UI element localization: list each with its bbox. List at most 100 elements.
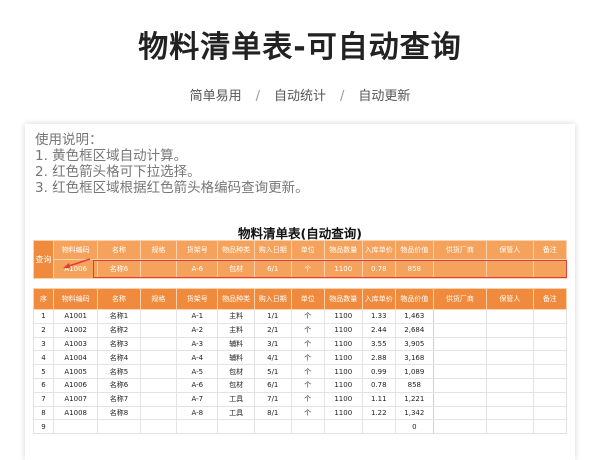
table-cell[interactable]	[486, 391, 534, 407]
table-cell[interactable]: 1100	[323, 377, 363, 393]
table-cell[interactable]: 8	[33, 405, 54, 421]
table-cell[interactable]: 3	[33, 336, 54, 352]
table-cell[interactable]: 辅料	[217, 336, 255, 352]
table-cell[interactable]	[532, 322, 568, 338]
table-cell[interactable]	[139, 336, 178, 352]
table-cell[interactable]: A-5	[176, 364, 219, 379]
table-cell[interactable]	[139, 391, 178, 407]
table-cell[interactable]	[361, 419, 396, 435]
table-cell[interactable]: 0.99	[361, 364, 396, 379]
table-cell[interactable]	[486, 405, 534, 421]
table-cell[interactable]: 名称5	[97, 364, 141, 379]
table-cell[interactable]: 1100	[323, 309, 363, 324]
table-cell[interactable]: 3/1	[253, 336, 292, 352]
table-cell[interactable]	[52, 419, 99, 435]
table-cell[interactable]	[253, 419, 292, 435]
table-cell[interactable]	[432, 309, 488, 324]
table-cell[interactable]: A1005	[52, 364, 99, 379]
table-cell[interactable]	[432, 336, 488, 352]
table-cell[interactable]: 1,089	[394, 364, 434, 379]
table-cell[interactable]	[176, 419, 219, 435]
table-cell[interactable]	[532, 419, 568, 435]
table-cell[interactable]: A1002	[52, 322, 99, 338]
table-cell[interactable]	[139, 377, 178, 393]
table-cell[interactable]: A-2	[176, 322, 219, 338]
table-cell[interactable]	[532, 309, 568, 324]
table-cell[interactable]: 6/1	[253, 377, 292, 393]
table-cell[interactable]: 0	[394, 419, 434, 435]
table-cell[interactable]: A1001	[52, 309, 99, 324]
table-cell[interactable]	[432, 391, 488, 407]
table-cell[interactable]	[432, 322, 488, 338]
table-cell[interactable]: 2.44	[361, 322, 396, 338]
table-cell[interactable]: 1/1	[253, 309, 292, 324]
table-cell[interactable]: 6	[33, 377, 54, 393]
table-cell[interactable]: 包材	[217, 377, 255, 393]
table-cell[interactable]	[290, 419, 325, 435]
table-cell[interactable]	[139, 350, 178, 366]
table-cell[interactable]: A1003	[52, 336, 99, 352]
table-cell[interactable]: 工具	[217, 391, 255, 407]
table-cell[interactable]	[139, 405, 178, 421]
table-cell[interactable]: A-1	[176, 309, 219, 324]
table-cell[interactable]: 5/1	[253, 364, 292, 379]
table-cell[interactable]: A-3	[176, 336, 219, 352]
table-cell[interactable]	[486, 309, 534, 324]
table-cell[interactable]: 名称8	[97, 405, 141, 421]
table-cell[interactable]	[532, 336, 568, 352]
table-cell[interactable]: A1007	[52, 391, 99, 407]
table-cell[interactable]: 工具	[217, 405, 255, 421]
table-cell[interactable]: 名称3	[97, 336, 141, 352]
table-cell[interactable]: 858	[394, 377, 434, 393]
table-cell[interactable]: 3,905	[394, 336, 434, 352]
table-cell[interactable]: 3.55	[361, 336, 396, 352]
table-cell[interactable]: 个	[290, 364, 325, 379]
table-cell[interactable]	[532, 391, 568, 407]
table-cell[interactable]: 0.78	[361, 377, 396, 393]
table-cell[interactable]: 2.88	[361, 350, 396, 366]
table-cell[interactable]: 7/1	[253, 391, 292, 407]
table-cell[interactable]: 1100	[323, 405, 363, 421]
table-cell[interactable]: 名称1	[97, 309, 141, 324]
table-cell[interactable]: 1100	[323, 336, 363, 352]
table-cell[interactable]: 1100	[323, 322, 363, 338]
table-cell[interactable]: 1,463	[394, 309, 434, 324]
table-cell[interactable]	[432, 405, 488, 421]
table-cell[interactable]: 5	[33, 364, 54, 379]
table-cell[interactable]: 4	[33, 350, 54, 366]
table-cell[interactable]	[532, 405, 568, 421]
table-cell[interactable]: 个	[290, 405, 325, 421]
table-cell[interactable]: 个	[290, 350, 325, 366]
table-cell[interactable]: 主料	[217, 309, 255, 324]
table-cell[interactable]: 包材	[217, 364, 255, 379]
table-cell[interactable]	[97, 419, 141, 435]
table-cell[interactable]: 名称2	[97, 322, 141, 338]
table-cell[interactable]	[486, 322, 534, 338]
table-cell[interactable]: 3,168	[394, 350, 434, 366]
table-cell[interactable]: A-8	[176, 405, 219, 421]
table-cell[interactable]: 1,342	[394, 405, 434, 421]
table-cell[interactable]: 1.33	[361, 309, 396, 324]
table-cell[interactable]	[486, 419, 534, 435]
table-cell[interactable]: A-6	[176, 377, 219, 393]
table-cell[interactable]	[432, 377, 488, 393]
table-cell[interactable]: 2,684	[394, 322, 434, 338]
table-cell[interactable]: A-4	[176, 350, 219, 366]
table-cell[interactable]: 1.22	[361, 405, 396, 421]
table-cell[interactable]	[139, 364, 178, 379]
table-cell[interactable]: A-7	[176, 391, 219, 407]
table-cell[interactable]	[486, 377, 534, 393]
table-cell[interactable]: 1,221	[394, 391, 434, 407]
table-cell[interactable]: 名称6	[97, 377, 141, 393]
table-cell[interactable]	[432, 350, 488, 366]
table-cell[interactable]	[486, 336, 534, 352]
table-cell[interactable]: 7	[33, 391, 54, 407]
table-cell[interactable]: A1004	[52, 350, 99, 366]
table-cell[interactable]: 2/1	[253, 322, 292, 338]
table-cell[interactable]: 1	[33, 309, 54, 324]
table-cell[interactable]: 1100	[323, 350, 363, 366]
table-cell[interactable]: 个	[290, 309, 325, 324]
table-cell[interactable]	[532, 377, 568, 393]
table-cell[interactable]: 4/1	[253, 350, 292, 366]
table-cell[interactable]	[217, 419, 255, 435]
